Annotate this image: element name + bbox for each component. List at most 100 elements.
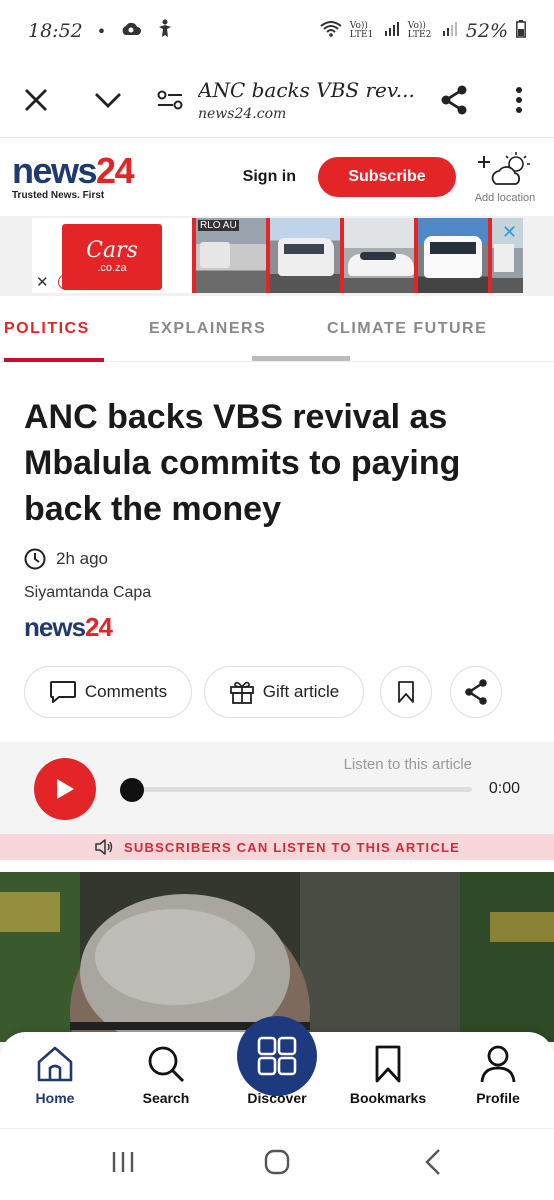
nav-bookmarks[interactable]: Bookmarks <box>338 1044 438 1106</box>
nav-bookmarks-label: Bookmarks <box>349 1090 427 1106</box>
comments-button[interactable]: Comments <box>24 666 192 718</box>
back-system-button[interactable] <box>420 1147 446 1182</box>
cloud-sync-icon <box>120 20 142 43</box>
nav-home[interactable]: Home <box>5 1044 105 1106</box>
signal-1-label: Vo)) LTE1 <box>349 21 374 40</box>
nav-search-label: Search <box>142 1090 190 1106</box>
comment-icon <box>49 681 76 703</box>
ad-dismiss-icon[interactable]: ✕ <box>502 222 517 243</box>
gift-article-button[interactable]: Gift article <box>204 666 364 718</box>
ad-photo-caption: RLO AU <box>198 220 239 231</box>
add-location-button[interactable]: Add location <box>468 150 542 204</box>
more-options-button[interactable] <box>484 70 554 130</box>
article-time-text: 2h ago <box>56 549 108 568</box>
sign-in-link[interactable]: Sign in <box>243 168 296 186</box>
share-icon <box>465 679 487 705</box>
tab-politics[interactable]: POLITICS <box>4 296 104 362</box>
play-button[interactable] <box>34 758 96 820</box>
logo-24-text: 24 <box>96 149 135 191</box>
tab-climate-future[interactable]: CLIMATE FUTURE <box>327 296 487 362</box>
ad-photo-2 <box>265 218 340 293</box>
accessibility-icon <box>156 19 174 44</box>
home-circle-icon <box>264 1149 290 1175</box>
battery-icon <box>516 20 526 42</box>
article-actions: Comments Gift article <box>24 666 502 718</box>
search-icon <box>148 1046 185 1083</box>
ad-logo-line2: .co.za <box>97 262 127 274</box>
close-icon <box>25 88 47 111</box>
article: ANC backs VBS revival as Mbalula commits… <box>0 362 554 643</box>
tab-explainers[interactable]: EXPLAINERS <box>149 296 266 362</box>
logo-wordmark: news24 <box>12 152 135 188</box>
subscriber-banner-text: SUBSCRIBERS CAN LISTEN TO THIS ARTICLE <box>124 839 460 855</box>
home-system-button[interactable] <box>262 1147 292 1182</box>
browser-page-title: ANC backs VBS rev... <box>198 77 415 102</box>
advertisement-area: Cars .co.za ✕ i RLO AU ✕ <box>0 216 554 296</box>
section-tabs: POLITICS EXPLAINERS CLIMATE FUTURE <box>0 296 554 362</box>
ad-banner[interactable]: Cars .co.za ✕ i RLO AU ✕ <box>32 218 523 293</box>
back-chevron-icon <box>425 1149 440 1175</box>
nav-profile[interactable]: Profile <box>448 1044 548 1106</box>
bookmark-icon <box>375 1045 401 1083</box>
share-article-button[interactable] <box>450 666 502 718</box>
ad-photo-4 <box>413 218 488 293</box>
profile-icon <box>480 1045 516 1083</box>
article-headline: ANC backs VBS revival as Mbalula commits… <box>24 398 461 528</box>
ad-photo-1: RLO AU <box>192 218 266 293</box>
logo-news-text: news <box>12 149 98 191</box>
wifi-icon <box>320 20 342 42</box>
audio-time: 0:00 <box>488 780 520 797</box>
status-bar: 18:52 • Vo)) LTE1 Vo)) LTE2 52% <box>0 0 554 62</box>
source-24-text: 24 <box>85 612 113 642</box>
audio-player: Listen to this article 0:00 <box>0 742 554 834</box>
speaker-icon <box>95 839 113 855</box>
clock-icon <box>24 548 46 570</box>
ad-close-icon[interactable]: ✕ <box>36 273 49 291</box>
nav-profile-label: Profile <box>476 1090 520 1106</box>
signal-2-icon <box>442 21 458 41</box>
nav-search[interactable]: Search <box>116 1044 216 1106</box>
recent-apps-icon <box>112 1152 134 1172</box>
subscriber-banner[interactable]: SUBSCRIBERS CAN LISTEN TO THIS ARTICLE <box>0 834 554 860</box>
share-icon <box>441 85 467 114</box>
add-location-label: Add location <box>474 192 536 204</box>
signal-1-icon <box>384 21 400 41</box>
browser-toolbar: ANC backs VBS rev... news24.com <box>0 62 554 138</box>
gift-icon <box>229 681 254 704</box>
article-author[interactable]: Siyamtanda Capa <box>0 570 554 602</box>
audio-progress-track[interactable] <box>130 787 472 792</box>
share-page-button[interactable] <box>424 70 484 130</box>
minimize-tab-button[interactable] <box>72 70 144 130</box>
bottom-navigation: Home Search Discover Bookmarks Profile <box>0 1016 554 1128</box>
status-dot: • <box>96 21 107 41</box>
ad-logo-area: Cars .co.za ✕ i <box>32 218 192 293</box>
audio-progress-knob[interactable] <box>120 778 144 802</box>
bookmark-button[interactable] <box>380 666 432 718</box>
page-title-area[interactable]: ANC backs VBS rev... news24.com <box>196 78 424 122</box>
signal-2-label: Vo)) LTE2 <box>407 21 432 40</box>
play-icon <box>57 779 74 799</box>
weather-add-icon <box>478 152 530 185</box>
page-settings-button[interactable] <box>144 70 196 130</box>
grid-icon <box>257 1036 297 1076</box>
listen-label: Listen to this article <box>343 756 472 773</box>
nav-discover-button[interactable] <box>237 1016 317 1096</box>
news24-logo[interactable]: news24 Trusted News. First <box>12 152 135 201</box>
subscribe-button[interactable]: Subscribe <box>318 157 456 197</box>
gift-article-label: Gift article <box>262 682 340 701</box>
nav-discover[interactable]: Discover <box>227 1090 327 1106</box>
nav-discover-label: Discover <box>247 1090 307 1106</box>
status-time: 18:52 <box>28 20 83 42</box>
bookmark-icon <box>398 681 414 703</box>
browser-url: news24.com <box>198 105 287 122</box>
more-vertical-icon <box>516 86 522 113</box>
close-tab-button[interactable] <box>0 70 72 130</box>
ad-info-icon[interactable]: i <box>58 274 74 290</box>
recent-apps-button[interactable] <box>106 1149 140 1180</box>
ad-logo-line1: Cars <box>86 238 138 263</box>
source-news-text: news <box>24 612 86 642</box>
nav-home-label: Home <box>35 1090 75 1106</box>
comments-label: Comments <box>84 682 168 701</box>
news24-source-logo: news24 <box>0 602 554 643</box>
ad-photos: RLO AU ✕ <box>192 218 523 293</box>
